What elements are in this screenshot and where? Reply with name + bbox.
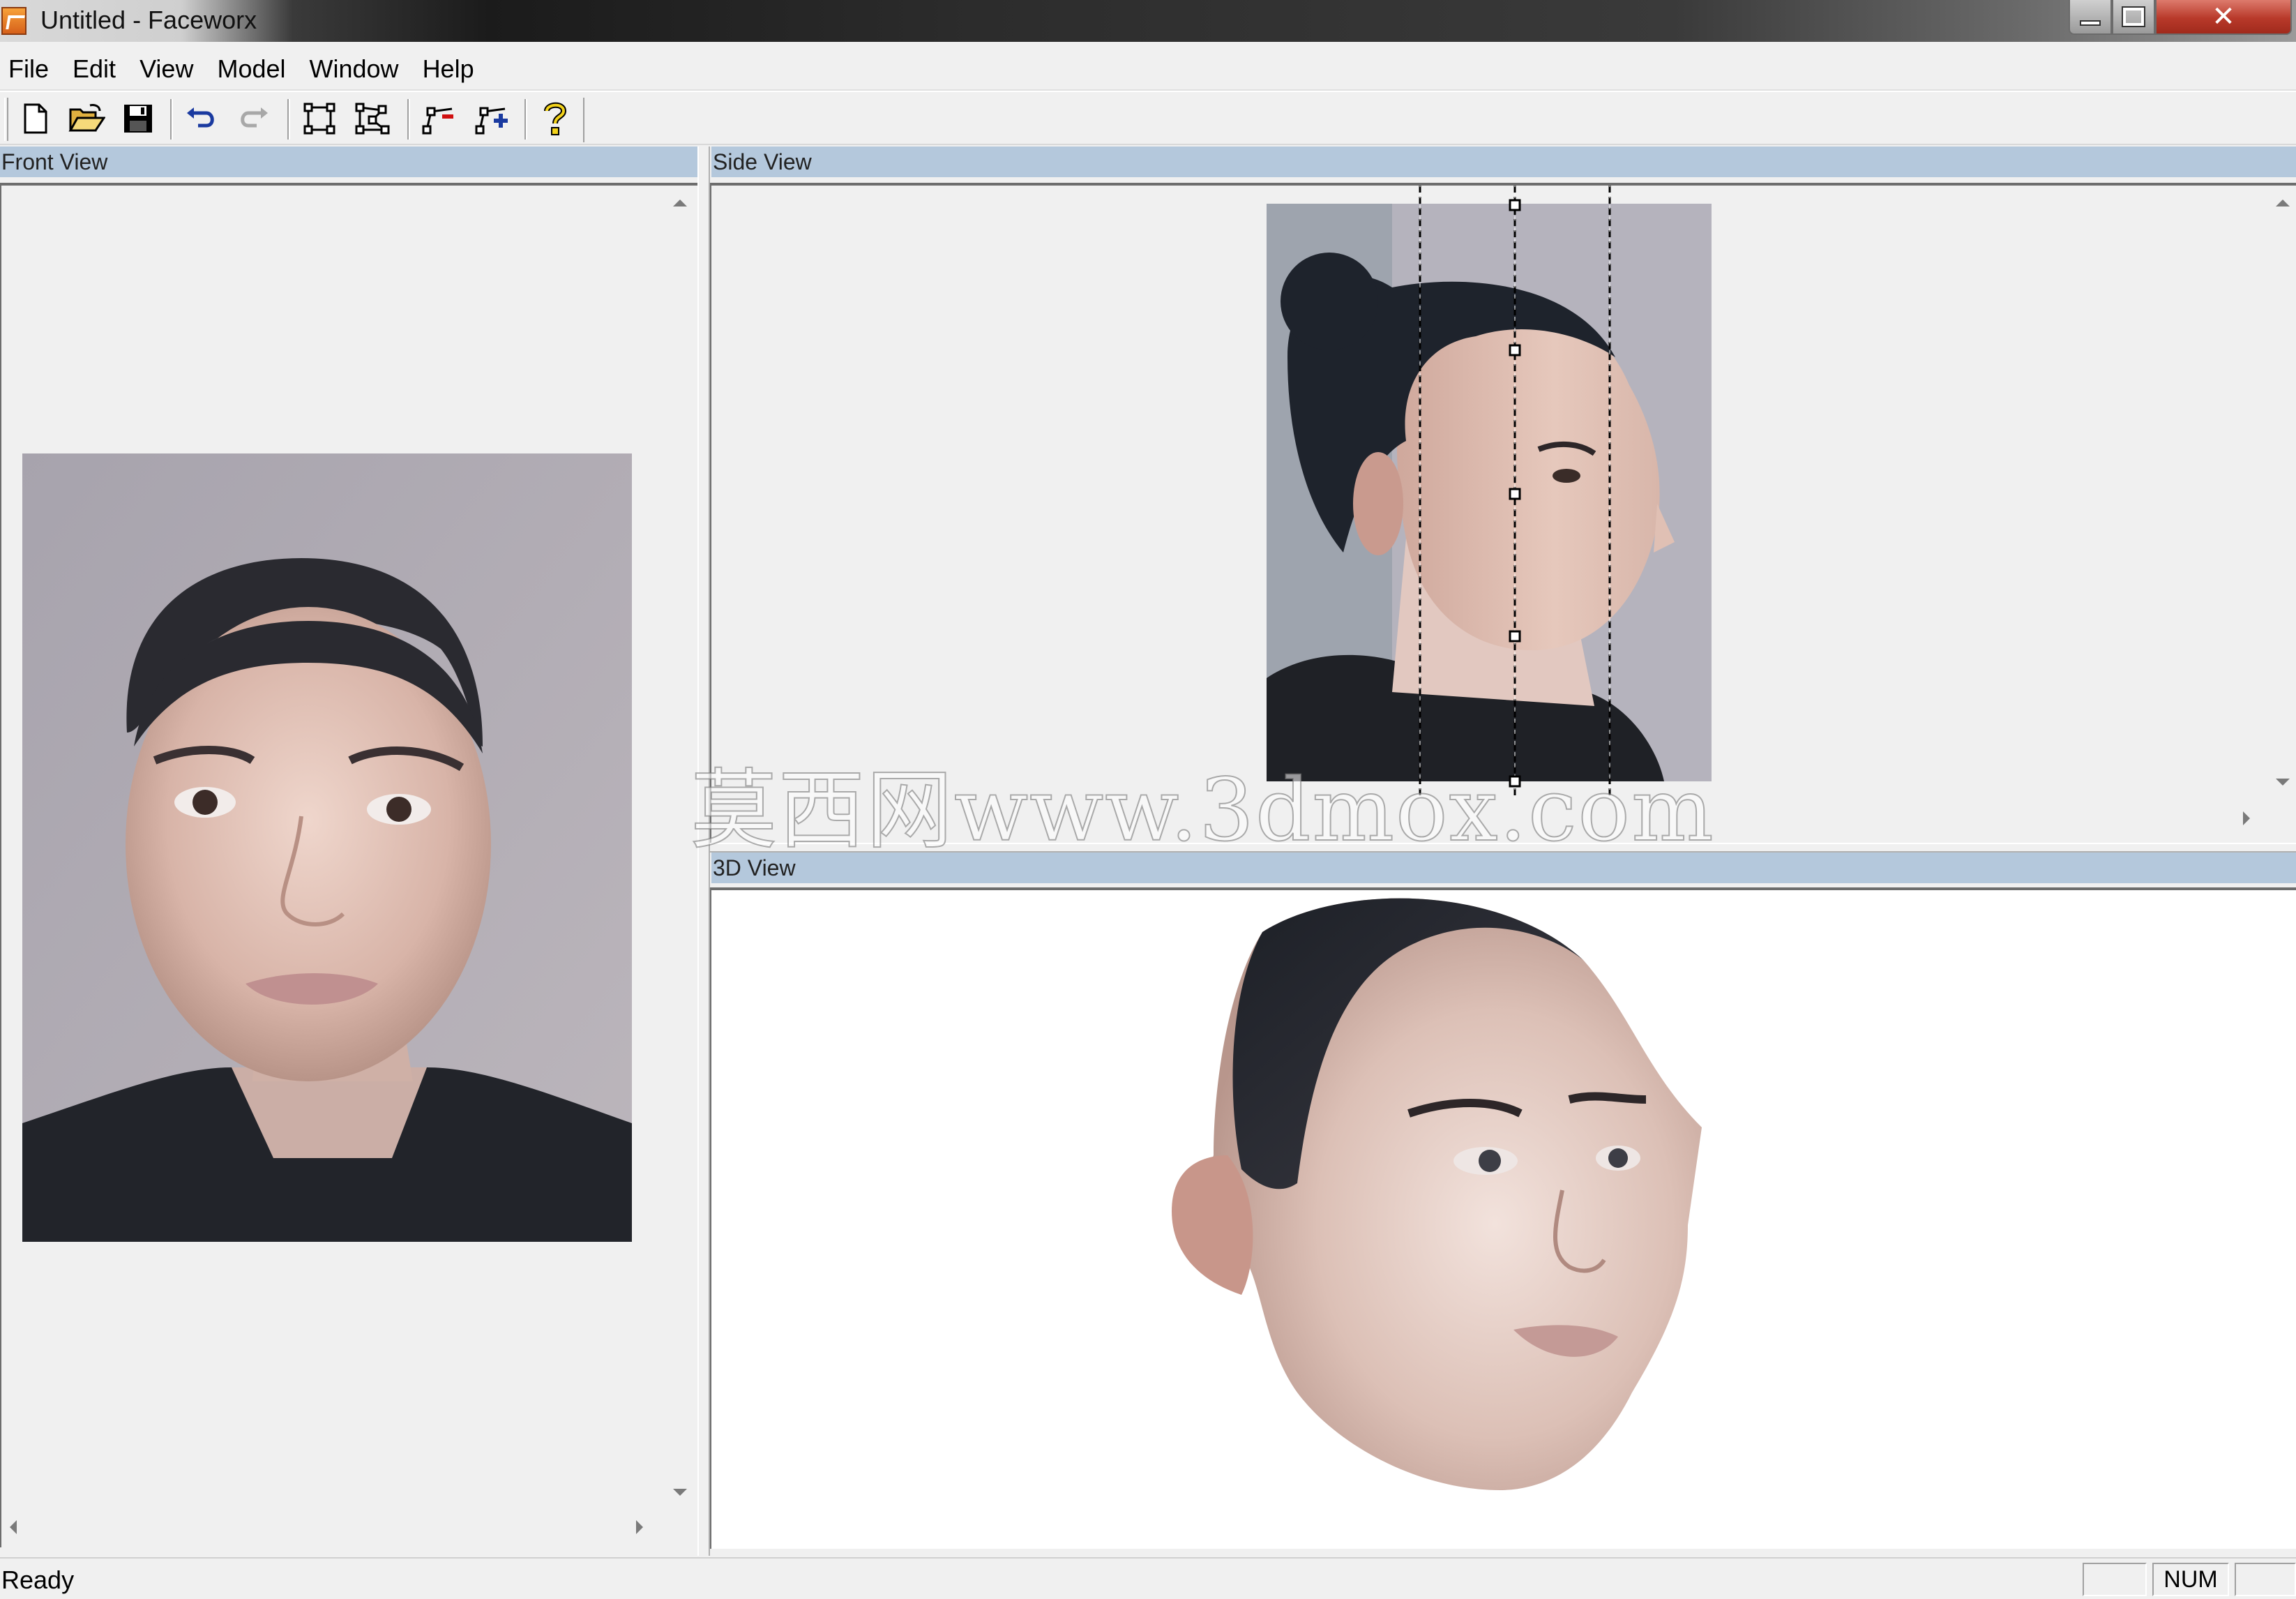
front-face-image [22, 453, 632, 1242]
open-folder-icon [68, 104, 105, 132]
minimize-button[interactable] [2069, 0, 2112, 35]
add-point-icon [422, 107, 453, 135]
add-point-plus-icon [475, 107, 508, 135]
scroll-down-arrow-icon[interactable] [2276, 779, 2290, 786]
front-photo[interactable] [22, 453, 632, 1242]
menu-file[interactable]: File [0, 47, 64, 91]
window-title: Untitled - Faceworx [40, 6, 257, 34]
app-window: Untitled - Faceworx ✕ File Edit View Mod… [0, 0, 2296, 1599]
scroll-right-arrow-icon[interactable] [636, 1520, 643, 1534]
status-bar: Ready NUM [0, 1557, 2296, 1599]
restore-button[interactable] [2112, 0, 2155, 35]
scroll-left-arrow-icon[interactable] [10, 1520, 17, 1534]
select-points-icon [355, 103, 390, 135]
toolbar-separator [407, 99, 410, 140]
undo-icon [187, 107, 214, 128]
side-view-header: Side View [711, 147, 2296, 177]
redo-button[interactable] [233, 98, 275, 140]
menu-bar: File Edit View Model Window Help [0, 47, 2296, 91]
side-guide-lines[interactable] [1409, 186, 1632, 799]
toolbar-separator [287, 99, 290, 140]
redo-icon [241, 107, 268, 128]
minimize-icon [2080, 20, 2101, 26]
menu-model[interactable]: Model [209, 47, 301, 91]
help-button[interactable] [534, 98, 576, 140]
status-caps-indicator [2083, 1563, 2147, 1596]
select-rectangle-button[interactable] [299, 98, 340, 140]
status-num-indicator: NUM [2152, 1563, 2229, 1596]
side-view-vertical-scrollbar[interactable] [2272, 187, 2293, 801]
undo-button[interactable] [180, 98, 222, 140]
close-button[interactable]: ✕ [2155, 0, 2292, 35]
save-disk-icon [124, 105, 152, 133]
toolbar [0, 91, 2296, 145]
toolbar-end-border [583, 98, 586, 142]
close-icon: ✕ [2212, 1, 2235, 33]
add-point-plus-button[interactable] [471, 98, 513, 140]
front-view-horizontal-scrollbar[interactable] [1, 1517, 668, 1538]
front-view-header: Front View [0, 147, 697, 177]
watermark-text: 莫西网www.3dmox.com [690, 760, 1715, 862]
add-point-button[interactable] [418, 98, 460, 140]
scroll-right-arrow-icon[interactable] [2243, 811, 2250, 825]
new-document-icon [24, 103, 47, 134]
faceworx-app-icon[interactable] [1, 7, 27, 35]
toolbar-separator [524, 99, 527, 140]
menu-window[interactable]: Window [301, 47, 414, 91]
select-points-button[interactable] [352, 98, 393, 140]
scroll-up-arrow-icon[interactable] [673, 200, 687, 207]
save-button[interactable] [117, 98, 159, 140]
help-question-icon [544, 102, 567, 135]
3d-viewport[interactable] [711, 890, 2296, 1549]
restore-icon [2122, 6, 2145, 27]
title-bar[interactable]: Untitled - Faceworx ✕ [0, 0, 2296, 42]
select-rectangle-icon [303, 103, 335, 135]
status-text: Ready [1, 1566, 75, 1594]
toolbar-separator [170, 99, 173, 140]
3d-face-model[interactable] [711, 890, 2296, 1549]
toolbar-grip[interactable] [4, 98, 8, 141]
menu-view[interactable]: View [131, 47, 209, 91]
scroll-up-arrow-icon[interactable] [2276, 200, 2290, 207]
open-button[interactable] [66, 98, 107, 140]
scroll-down-arrow-icon[interactable] [673, 1489, 687, 1496]
new-button[interactable] [14, 98, 56, 140]
status-scroll-indicator [2235, 1563, 2296, 1596]
menu-help[interactable]: Help [414, 47, 490, 91]
menu-edit[interactable]: Edit [64, 47, 131, 91]
front-view-vertical-scrollbar[interactable] [670, 187, 690, 1515]
